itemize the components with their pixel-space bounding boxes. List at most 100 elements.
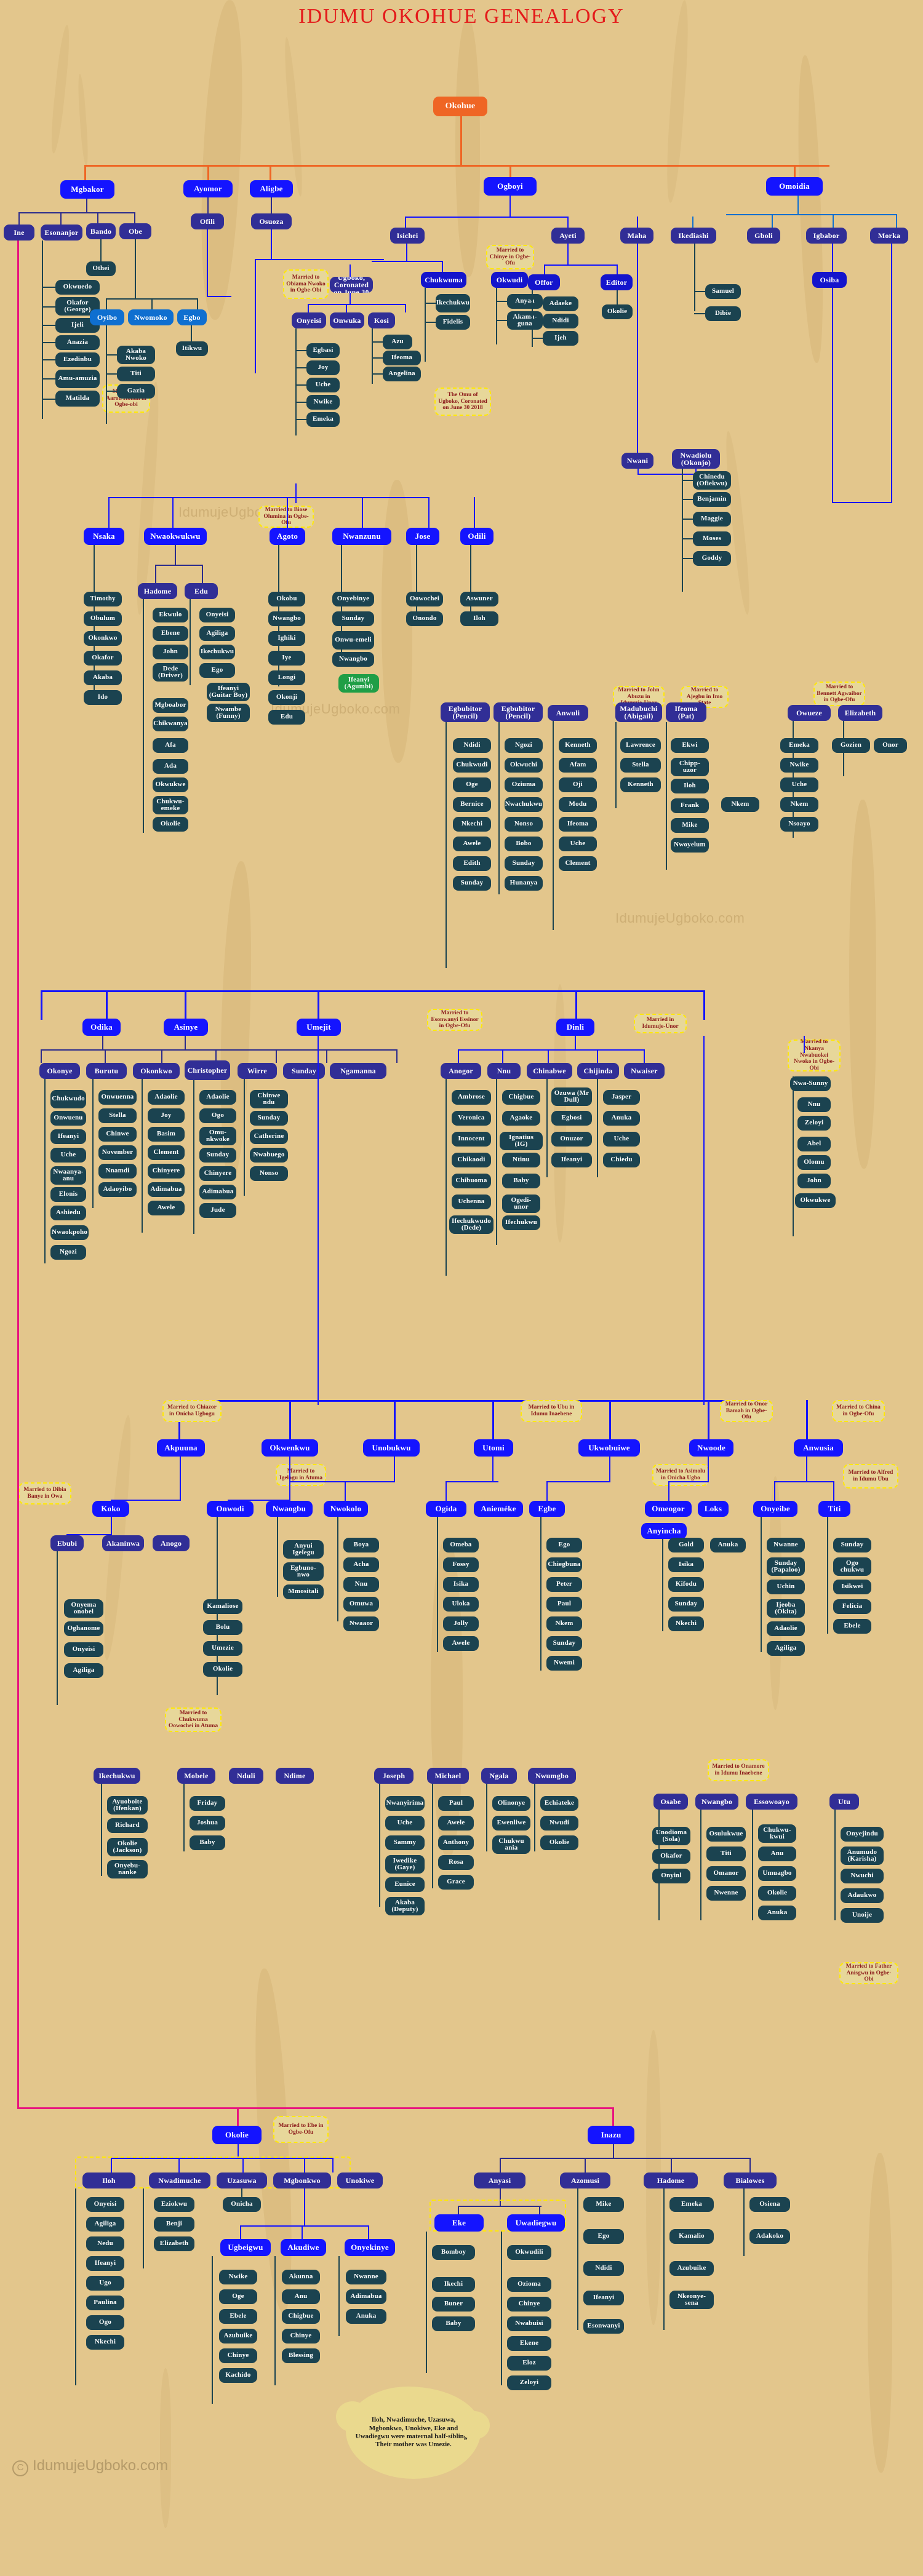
node-olemu[interactable]: Olomu [797,1155,831,1170]
node-kifodu[interactable]: Kifodu [668,1577,704,1592]
node-uche-an[interactable]: Uche [559,837,597,851]
node-nwemi[interactable]: Nwemi [546,1656,582,1671]
node-ebele-ti[interactable]: Ebele [833,1619,871,1634]
node-fossy[interactable]: Fossy [443,1557,479,1572]
node-ifeoma-an[interactable]: Ifeoma [559,817,597,832]
node-nduli[interactable]: Nduli [229,1768,263,1784]
node-nwaokpoho[interactable]: Nwaokpoho [50,1225,89,1240]
node-anuka-es[interactable]: Anuka [758,1906,796,1920]
node-odika[interactable]: Odika [82,1019,121,1036]
node-ifeanyi-az[interactable]: Ifeanyi [583,2291,624,2305]
node-eke[interactable]: Eke [434,2214,484,2232]
node-moses[interactable]: Moses [693,531,731,546]
node-jude-ch[interactable]: Jude [199,1203,236,1218]
node-joy-ok2[interactable]: Joy [148,1108,185,1123]
node-chinye-ak[interactable]: Chinye [282,2329,320,2343]
node-ebene[interactable]: Ebene [153,626,188,641]
node-ndidi[interactable]: Ndidi [543,314,578,328]
node-anyui-igelegu[interactable]: Anyui Igelegu [283,1540,324,1559]
node-ogochukwu[interactable]: Ogo chukwu [833,1557,871,1576]
node-ido[interactable]: Ido [84,690,122,705]
node-benji[interactable]: Benji [154,2217,194,2232]
node-azubuike-ha[interactable]: Azubuike [669,2261,714,2276]
node-unokiwe[interactable]: Unokiwe [337,2173,383,2188]
node-ngala[interactable]: Ngala [481,1768,517,1784]
node-unobukwu[interactable]: Unobukwu [363,1439,420,1457]
node-nkem-ow[interactable]: Nkem [721,797,759,812]
node-inazu[interactable]: Inazu [588,2126,634,2144]
node-azubuike-ug[interactable]: Azubuike [219,2329,257,2343]
node-nwike-ow[interactable]: Nwike [780,758,818,773]
node-chinabwe[interactable]: Chinabwe [527,1063,572,1079]
node-okonkwo-nsaka[interactable]: Okonkwo [84,631,122,646]
node-osuoza[interactable]: Osuoza [251,213,292,229]
node-egbe[interactable]: Egbe [529,1501,565,1517]
node-amu-amuzia[interactable]: Amu-amuzia [55,370,100,388]
node-nwangbo[interactable]: Nwangbo [268,611,305,626]
node-awele-mi[interactable]: Awele [438,1816,474,1831]
node-umejit[interactable]: Umejit [297,1019,341,1036]
node-nnu-nw[interactable]: Nnu [343,1577,379,1592]
node-offor[interactable]: Offor [528,274,560,290]
node-agiliga-eb[interactable]: Agiliga [64,1663,103,1678]
node-nwoode[interactable]: Nwoode [689,1439,733,1457]
node-mike-az[interactable]: Mike [583,2197,624,2212]
node-basim[interactable]: Basim [148,1127,185,1142]
node-osabe[interactable]: Osabe [653,1794,688,1810]
node-chikwanya[interactable]: Chikwanya [153,717,188,731]
node-sunday-ti[interactable]: Sunday [833,1538,871,1552]
node-elizabeth-top[interactable]: Elizabeth [838,705,882,721]
node-titi-an[interactable]: Titi [818,1501,850,1517]
node-emeka[interactable]: Emeka [306,412,340,427]
node-ogo-ch[interactable]: Ogo [199,1108,236,1123]
node-sammy[interactable]: Sammy [385,1835,425,1850]
node-okolie-jackson[interactable]: Okolie (Jackson) [107,1838,148,1856]
node-adaolie-ch[interactable]: Adaolie [199,1090,236,1105]
node-okwuchi-eg[interactable]: Okwuchi [505,758,543,773]
node-onwuenu[interactable]: Onwuenu [50,1111,86,1126]
node-anogo[interactable]: Anogo [153,1535,190,1551]
node-modu-an[interactable]: Modu [559,797,597,812]
node-awele-og[interactable]: Awele [443,1636,479,1651]
node-egbubitor-pencil[interactable]: Egbubitor (Pencil) [493,702,543,722]
node-ebubi[interactable]: Ebubi [50,1535,84,1551]
node-ozioma[interactable]: Ozioma [507,2277,551,2292]
node-baby-eke[interactable]: Baby [432,2316,475,2331]
node-ifechukwu-nnu[interactable]: Ifechukwu [502,1215,540,1230]
node-onyeisi-eb[interactable]: Onyeisi [64,1642,103,1657]
node-ijeoba-okita[interactable]: Ijeoba (Okita) [767,1599,805,1618]
node-nwike-ug[interactable]: Nwike [219,2270,257,2284]
node-uwadiegwu[interactable]: Uwadiegwu [507,2214,565,2232]
node-mobele[interactable]: Mobele [177,1768,215,1784]
node-ozuwa-mrdull[interactable]: Ozuwa (Mr Dull) [551,1087,592,1106]
node-ikediashi[interactable]: Ikediashi [671,228,716,244]
node-anumudo[interactable]: Anumudo (Karisha) [841,1847,884,1865]
node-veronica[interactable]: Veronica [452,1111,491,1126]
node-ada[interactable]: Ada [153,759,188,774]
node-anuka-cj[interactable]: Anuka [603,1111,640,1126]
node-olinonye[interactable]: Olinonye [492,1796,530,1811]
node-stella-mb[interactable]: Stella [620,758,661,773]
node-adimabua-oy[interactable]: Adimabua [346,2289,386,2304]
node-nwomoko[interactable]: Nwomoko [128,309,174,325]
node-nnu-um[interactable]: Nnu [797,1097,831,1112]
node-oowochei[interactable]: Oowochei [406,592,443,606]
node-iloh-odili[interactable]: Iloh [460,611,498,626]
node-okwudi[interactable]: Okwudi [491,272,528,288]
node-onicha[interactable]: Onicha [223,2197,261,2212]
node-oziuma-eg[interactable]: Oziuma [505,777,543,792]
node-chinyere-ch[interactable]: Chinyere [199,1166,236,1181]
node-onyejindu[interactable]: Onyejindu [841,1827,884,1842]
node-akpuuna[interactable]: Akpuuna [157,1439,205,1457]
node-nwanne-on[interactable]: Nwanne [767,1538,805,1552]
node-chinyere-ok2[interactable]: Chinyere [148,1164,185,1179]
node-akaba-nsaka[interactable]: Akaba [84,670,122,685]
node-okolie-hadome[interactable]: Okolie [153,817,188,832]
node-titi-os[interactable]: Titi [706,1847,746,1861]
node-gboli[interactable]: Gboli [747,228,780,244]
node-michael[interactable]: Michael [427,1768,469,1784]
node-blessing[interactable]: Blessing [282,2348,320,2363]
node-onondo[interactable]: Onondo [406,611,443,626]
node-maggie[interactable]: Maggie [693,512,731,527]
node-goddy[interactable]: Goddy [693,551,731,566]
